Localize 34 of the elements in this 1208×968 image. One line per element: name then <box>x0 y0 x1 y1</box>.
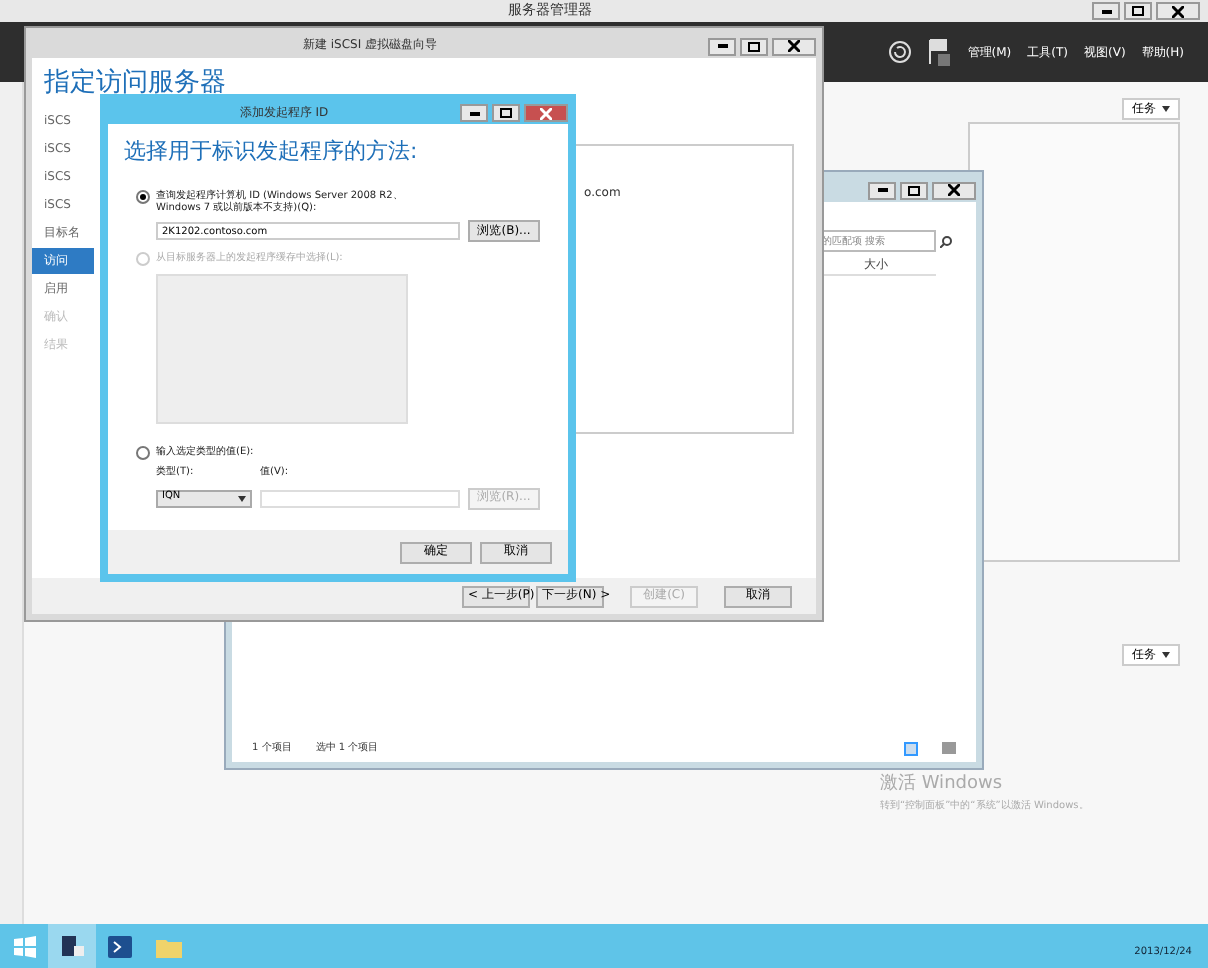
radio-button[interactable] <box>136 190 150 204</box>
maximize-button[interactable] <box>900 181 928 199</box>
refresh-icon[interactable] <box>887 40 912 64</box>
minimize-button[interactable] <box>708 37 736 55</box>
minimize-button[interactable] <box>460 104 488 122</box>
wizard-heading: 指定访问服务器 <box>42 66 228 96</box>
maximize-button[interactable] <box>740 37 768 55</box>
thumbnails-view-icon[interactable] <box>942 742 956 755</box>
caret-icon <box>238 495 246 501</box>
radio-button[interactable] <box>136 445 150 460</box>
maximize-button[interactable] <box>1124 2 1152 20</box>
close-icon <box>948 184 960 196</box>
close-icon <box>540 107 552 119</box>
folder-icon <box>155 935 181 957</box>
close-button[interactable] <box>772 37 816 55</box>
minimize-button[interactable] <box>868 181 896 199</box>
windows-logo-icon <box>13 935 35 957</box>
caret-icon <box>1162 652 1170 658</box>
details-view-icon[interactable] <box>904 741 918 756</box>
close-button[interactable] <box>1156 2 1200 20</box>
server-icon <box>60 934 84 958</box>
dialog-heading: 选择用于标识发起程序的方法: <box>122 136 420 162</box>
search-icon <box>940 235 952 247</box>
minimize-button[interactable] <box>1092 2 1120 20</box>
close-button[interactable] <box>932 181 976 199</box>
terminal-icon <box>108 935 132 957</box>
close-icon <box>1172 5 1184 17</box>
taskbar-app[interactable] <box>48 924 96 968</box>
flag-icon[interactable] <box>927 38 952 66</box>
close-icon <box>788 40 800 52</box>
caret-icon <box>1162 106 1170 112</box>
value-field[interactable] <box>260 489 460 507</box>
maximize-button[interactable] <box>492 104 520 122</box>
activation-title: 激活 Windows <box>880 772 1005 798</box>
